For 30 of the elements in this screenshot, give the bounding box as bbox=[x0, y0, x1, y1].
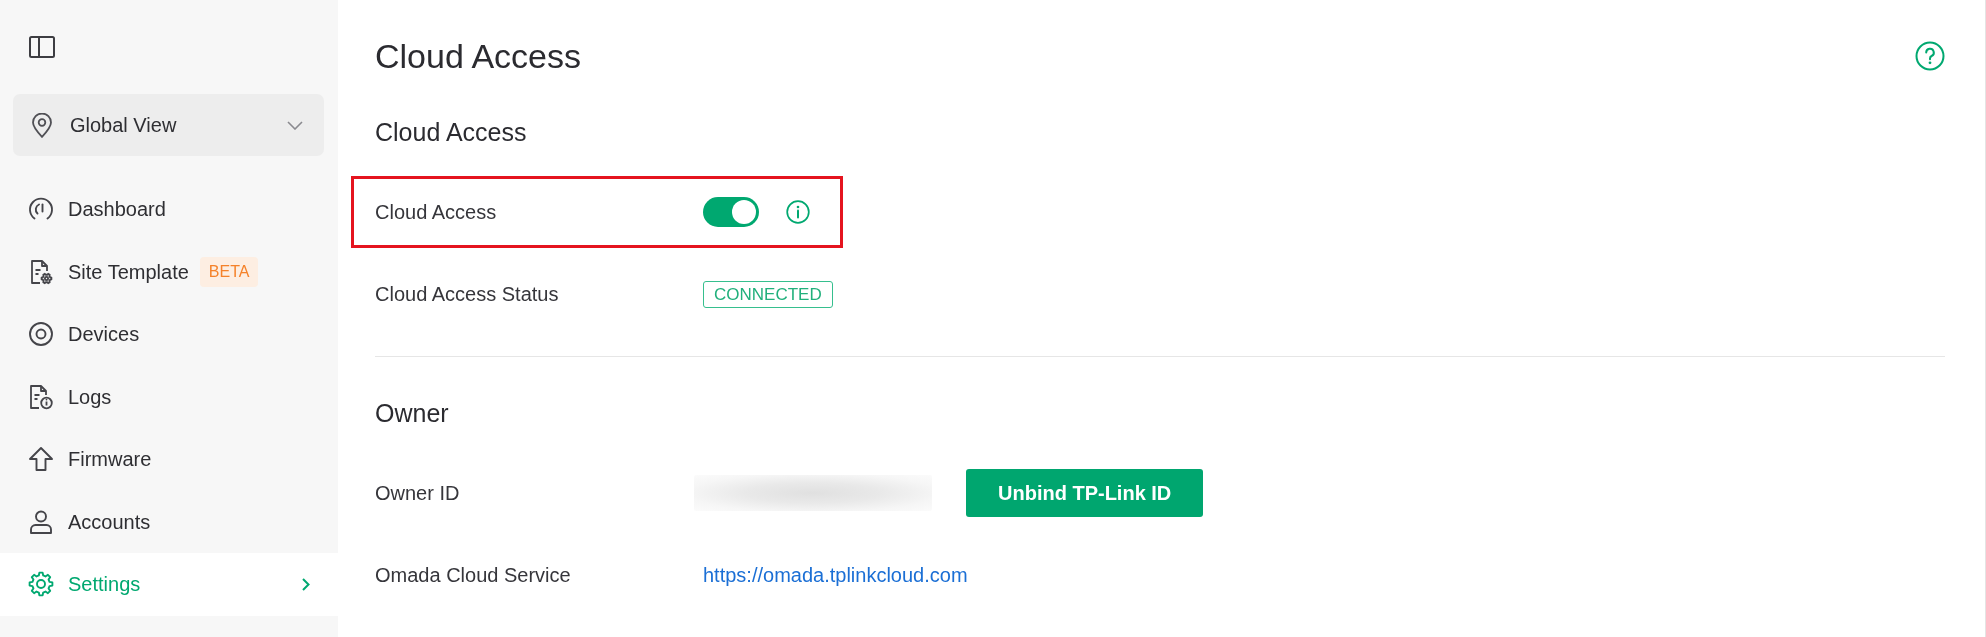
site-selector[interactable]: Global View bbox=[13, 94, 324, 156]
circle-dot-icon bbox=[28, 321, 54, 348]
settings-icon bbox=[28, 571, 54, 598]
document-gear-icon bbox=[28, 258, 54, 285]
info-icon[interactable] bbox=[786, 200, 810, 224]
help-icon[interactable] bbox=[1915, 41, 1945, 71]
toggle-switch[interactable] bbox=[703, 197, 759, 227]
document-info-icon bbox=[28, 383, 54, 410]
field-label: Cloud Access bbox=[375, 200, 498, 225]
label-tag: BETA bbox=[199, 256, 259, 287]
map-pin-icon bbox=[31, 112, 53, 138]
sidebar-item[interactable]: Firmware bbox=[0, 428, 338, 491]
cloud-service-link[interactable]: https://omada.tplinkcloud.com bbox=[703, 560, 968, 590]
chevron-right-icon bbox=[302, 577, 310, 591]
section-title: Owner bbox=[375, 398, 450, 429]
connection-status: CONNECTED bbox=[703, 280, 833, 308]
section-title: Cloud Access bbox=[375, 117, 528, 148]
sidebar-item[interactable]: Logs bbox=[0, 365, 338, 428]
sidebar-item[interactable]: Dashboard bbox=[0, 178, 338, 241]
panel-toggle-icon[interactable] bbox=[29, 36, 55, 58]
sidebar-item[interactable]: Site Template BETA bbox=[0, 240, 338, 303]
field-label: Owner ID bbox=[375, 481, 461, 506]
field-label: Cloud Access Status bbox=[375, 282, 560, 307]
up-arrow-icon bbox=[28, 446, 54, 473]
page-title: Cloud Access bbox=[375, 36, 581, 76]
field-label: Omada Cloud Service bbox=[375, 563, 572, 588]
chevron-down-icon bbox=[287, 120, 303, 130]
sidebar-item[interactable]: Accounts bbox=[0, 490, 338, 553]
person-icon bbox=[28, 508, 54, 535]
sidebar-item[interactable]: Devices bbox=[0, 303, 338, 366]
